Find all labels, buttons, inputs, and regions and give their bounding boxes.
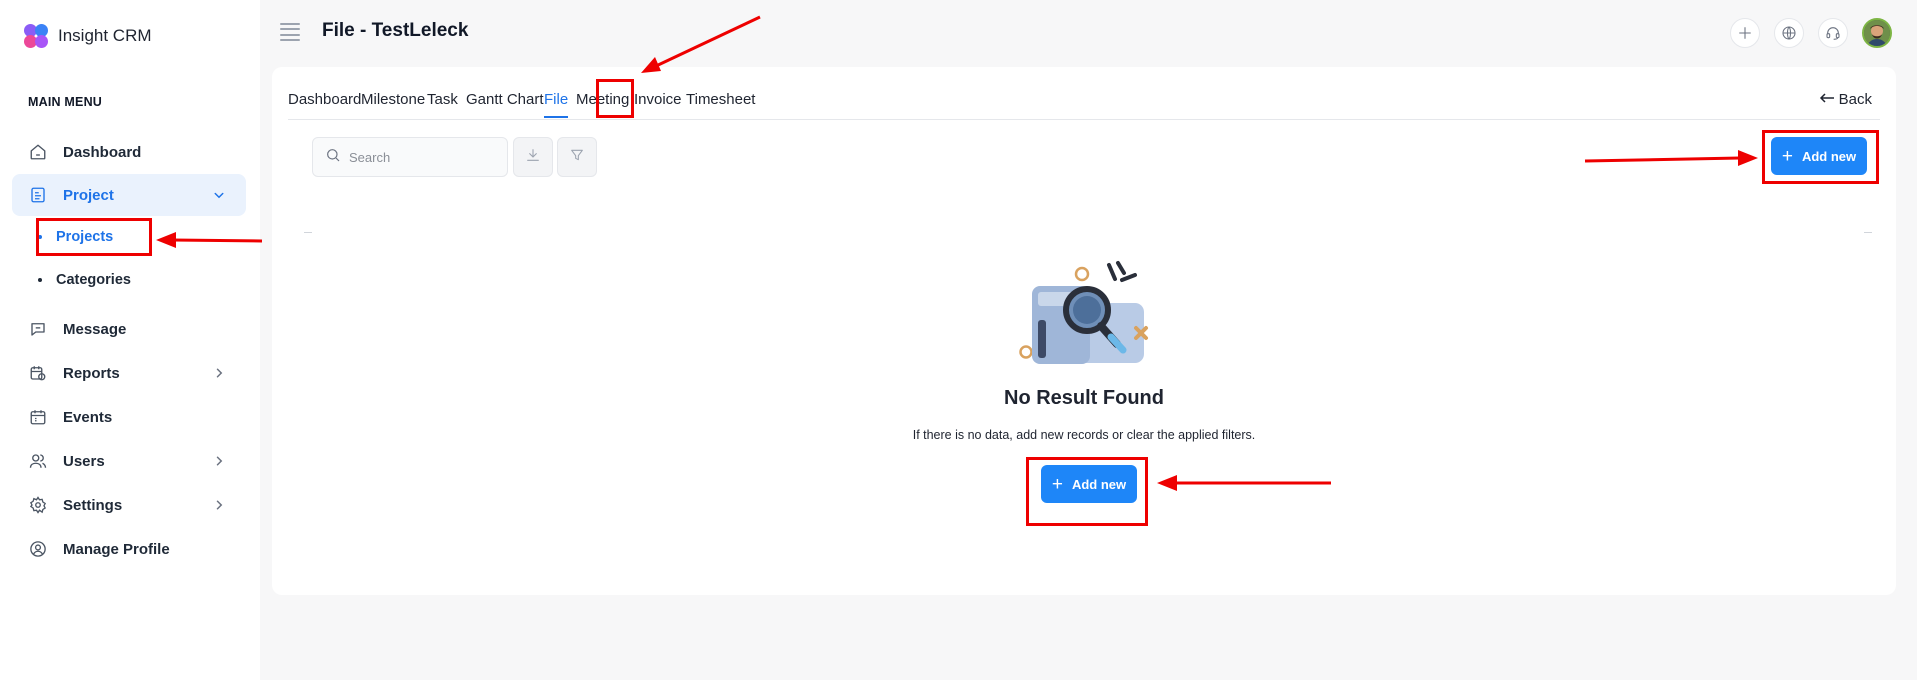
annotation-box (596, 79, 634, 118)
sidebar-subitem-label: Categories (56, 272, 131, 288)
home-icon (28, 142, 48, 162)
annotation-box (1762, 130, 1879, 184)
tab-bar: Dashboard Milestone Task Gantt Chart Fil… (288, 67, 1880, 120)
tab-file[interactable]: File (544, 91, 569, 118)
chevron-right-icon (210, 452, 228, 470)
divider (304, 232, 312, 233)
menu-toggle-icon[interactable] (280, 23, 300, 41)
search-icon (325, 147, 341, 168)
back-label: Back (1838, 91, 1872, 108)
back-link[interactable]: Back (1819, 91, 1872, 108)
tab-dashboard[interactable]: Dashboard (288, 91, 361, 108)
bullet-icon (38, 278, 42, 282)
sidebar-item-label: Message (63, 320, 127, 338)
sidebar-item-label: Reports (63, 364, 120, 382)
download-icon (525, 147, 541, 168)
empty-state-title: No Result Found (1004, 387, 1164, 409)
calendar-icon (28, 407, 48, 427)
main-menu-title: MAIN MENU (28, 95, 103, 109)
annotation-box (1026, 457, 1148, 526)
app-name: Insight CRM (58, 26, 152, 45)
sidebar-item-reports[interactable]: Reports (12, 352, 246, 394)
sidebar-item-manage-profile[interactable]: Manage Profile (12, 528, 246, 570)
gear-icon (28, 495, 48, 515)
search-input[interactable] (349, 149, 489, 165)
calendar-report-icon (28, 363, 48, 383)
tab-gantt-chart[interactable]: Gantt Chart (466, 91, 544, 108)
arrow-left-icon (1819, 91, 1835, 108)
tab-timesheet[interactable]: Timesheet (686, 91, 755, 108)
sidebar-item-label: Settings (63, 496, 123, 514)
sidebar-item-project[interactable]: Project (12, 174, 246, 216)
chevron-right-icon (210, 364, 228, 382)
download-button[interactable] (513, 137, 553, 177)
brand[interactable]: Insight CRM (22, 20, 152, 52)
sidebar-item-settings[interactable]: Settings (12, 484, 246, 526)
chat-icon (28, 319, 48, 339)
annotation-box (36, 218, 152, 256)
document-icon (28, 185, 48, 205)
user-circle-icon (28, 539, 48, 559)
sidebar-item-label: Users (63, 452, 105, 470)
brand-logo-icon (22, 22, 50, 50)
empty-state-illustration (1014, 240, 1164, 368)
sidebar-item-label: Manage Profile (63, 540, 170, 558)
search-box[interactable] (312, 137, 508, 177)
plus-icon[interactable] (1730, 18, 1760, 48)
tab-milestone[interactable]: Milestone (361, 91, 425, 108)
divider (1864, 232, 1872, 233)
sidebar-item-label: Dashboard (63, 143, 142, 161)
sidebar-item-message[interactable]: Message (12, 308, 246, 350)
sidebar-subitem-categories[interactable]: Categories (38, 265, 131, 295)
sidebar-item-label: Events (63, 408, 113, 426)
headset-icon[interactable] (1818, 18, 1848, 48)
empty-state-message: If there is no data, add new records or … (912, 428, 1256, 442)
sidebar: Insight CRM MAIN MENU Dashboard Project … (0, 0, 260, 680)
tab-task[interactable]: Task (427, 91, 458, 108)
sidebar-item-users[interactable]: Users (12, 440, 246, 482)
globe-icon[interactable] (1774, 18, 1804, 48)
chevron-right-icon (210, 496, 228, 514)
tab-invoice[interactable]: Invoice (634, 91, 682, 108)
sidebar-item-dashboard[interactable]: Dashboard (12, 131, 246, 173)
sidebar-item-label: Project (63, 186, 114, 204)
chevron-down-icon (210, 186, 228, 204)
sidebar-item-events[interactable]: Events (12, 396, 246, 438)
filter-button[interactable] (557, 137, 597, 177)
users-icon (28, 451, 48, 471)
avatar[interactable] (1862, 18, 1892, 48)
page-title: File - TestLeleck (322, 20, 469, 41)
filter-icon (569, 147, 585, 168)
